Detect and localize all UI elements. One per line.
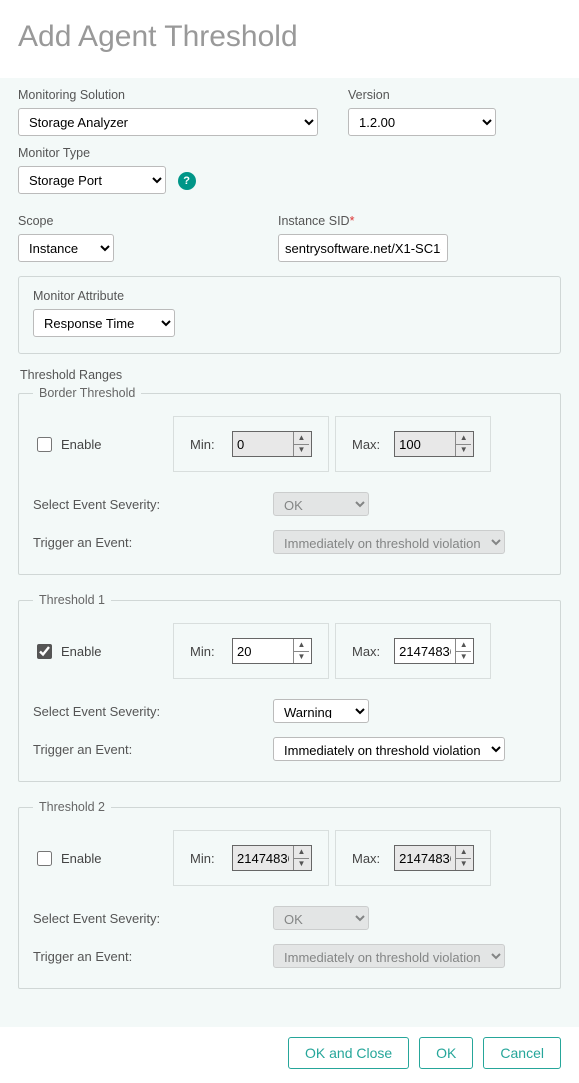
border-max-input[interactable] <box>395 432 455 456</box>
threshold1-severity-label: Select Event Severity: <box>33 704 273 719</box>
threshold1-trigger-label: Trigger an Event: <box>33 742 273 757</box>
max-label: Max: <box>352 437 380 452</box>
threshold1-legend: Threshold 1 <box>33 593 111 607</box>
border-enable-checkbox[interactable] <box>37 437 52 452</box>
threshold2-trigger-label: Trigger an Event: <box>33 949 273 964</box>
threshold1-severity-select[interactable]: Warning <box>273 699 369 723</box>
threshold1-max-box: Max: ▲▼ <box>335 623 491 679</box>
monitoring-solution-select[interactable]: Storage Analyzer <box>18 108 318 136</box>
border-severity-select: OK <box>273 492 369 516</box>
threshold-ranges-label: Threshold Ranges <box>20 368 561 382</box>
dialog-footer: OK and Close OK Cancel <box>0 1027 579 1083</box>
monitor-type-select[interactable]: Storage Port <box>18 166 166 194</box>
scope-label: Scope <box>18 214 248 228</box>
spinner-up-icon[interactable]: ▲ <box>294 846 309 859</box>
threshold2-max-box: Max: ▲▼ <box>335 830 491 886</box>
border-min-input[interactable] <box>233 432 293 456</box>
threshold1-min-spinner[interactable]: ▲▼ <box>232 638 312 664</box>
page-title: Add Agent Threshold <box>0 0 579 78</box>
spinner-down-icon[interactable]: ▼ <box>294 652 309 664</box>
spinner-down-icon[interactable]: ▼ <box>456 652 471 664</box>
threshold1-enable-label: Enable <box>61 644 101 659</box>
border-threshold-legend: Border Threshold <box>33 386 141 400</box>
threshold1-max-input[interactable] <box>395 639 455 663</box>
threshold1-group: Threshold 1 Enable Min: ▲▼ Max: <box>18 593 561 782</box>
threshold2-severity-select: OK <box>273 906 369 930</box>
monitor-attribute-label: Monitor Attribute <box>33 289 546 303</box>
border-max-box: Max: ▲▼ <box>335 416 491 472</box>
threshold2-max-input[interactable] <box>395 846 455 870</box>
spinner-up-icon[interactable]: ▲ <box>456 432 471 445</box>
threshold1-trigger-select[interactable]: Immediately on threshold violation <box>273 737 505 761</box>
border-enable-label: Enable <box>61 437 101 452</box>
instance-sid-label: Instance SID* <box>278 214 561 228</box>
threshold2-enable-checkbox[interactable] <box>37 851 52 866</box>
border-min-box: Min: ▲▼ <box>173 416 329 472</box>
cancel-button[interactable]: Cancel <box>483 1037 561 1069</box>
spinner-down-icon[interactable]: ▼ <box>456 859 471 871</box>
threshold2-min-input[interactable] <box>233 846 293 870</box>
spinner-up-icon[interactable]: ▲ <box>456 639 471 652</box>
border-severity-label: Select Event Severity: <box>33 497 273 512</box>
max-label: Max: <box>352 644 380 659</box>
monitor-attribute-select[interactable]: Response Time <box>33 309 175 337</box>
min-label: Min: <box>190 851 218 866</box>
threshold2-trigger-select: Immediately on threshold violation <box>273 944 505 968</box>
scope-select[interactable]: Instance <box>18 234 114 262</box>
ok-and-close-button[interactable]: OK and Close <box>288 1037 409 1069</box>
instance-sid-input[interactable] <box>278 234 448 262</box>
max-label: Max: <box>352 851 380 866</box>
border-trigger-select: Immediately on threshold violation <box>273 530 505 554</box>
ok-button[interactable]: OK <box>419 1037 473 1069</box>
threshold1-max-spinner[interactable]: ▲▼ <box>394 638 474 664</box>
threshold2-min-spinner[interactable]: ▲▼ <box>232 845 312 871</box>
threshold2-min-box: Min: ▲▼ <box>173 830 329 886</box>
threshold2-enable-label: Enable <box>61 851 101 866</box>
spinner-down-icon[interactable]: ▼ <box>456 445 471 457</box>
border-max-spinner[interactable]: ▲▼ <box>394 431 474 457</box>
monitor-attribute-group: Monitor Attribute Response Time <box>18 276 561 354</box>
threshold2-max-spinner[interactable]: ▲▼ <box>394 845 474 871</box>
threshold2-legend: Threshold 2 <box>33 800 111 814</box>
threshold2-group: Threshold 2 Enable Min: ▲▼ Max: <box>18 800 561 989</box>
spinner-up-icon[interactable]: ▲ <box>294 432 309 445</box>
spinner-up-icon[interactable]: ▲ <box>456 846 471 859</box>
min-label: Min: <box>190 437 218 452</box>
monitor-type-label: Monitor Type <box>18 146 561 160</box>
version-label: Version <box>348 88 561 102</box>
threshold1-enable-checkbox[interactable] <box>37 644 52 659</box>
spinner-down-icon[interactable]: ▼ <box>294 445 309 457</box>
threshold1-min-input[interactable] <box>233 639 293 663</box>
threshold2-severity-label: Select Event Severity: <box>33 911 273 926</box>
spinner-down-icon[interactable]: ▼ <box>294 859 309 871</box>
threshold1-min-box: Min: ▲▼ <box>173 623 329 679</box>
spinner-up-icon[interactable]: ▲ <box>294 639 309 652</box>
border-threshold-group: Border Threshold Enable Min: ▲▼ M <box>18 386 561 575</box>
version-select[interactable]: 1.2.00 <box>348 108 496 136</box>
help-icon[interactable]: ? <box>178 172 196 190</box>
monitoring-solution-label: Monitoring Solution <box>18 88 318 102</box>
min-label: Min: <box>190 644 218 659</box>
border-min-spinner[interactable]: ▲▼ <box>232 431 312 457</box>
border-trigger-label: Trigger an Event: <box>33 535 273 550</box>
